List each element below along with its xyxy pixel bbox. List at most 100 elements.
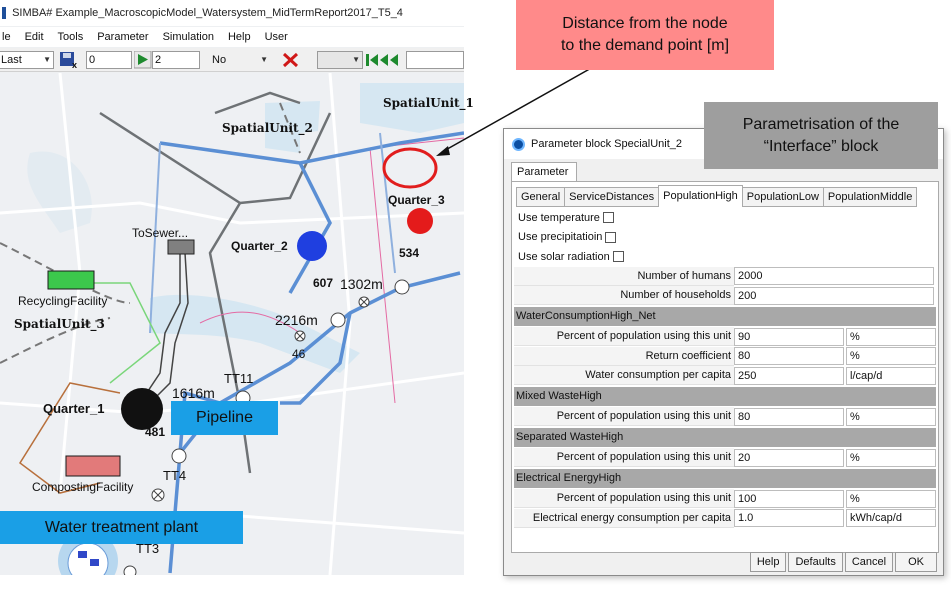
quarter-1-node[interactable] [121,388,163,430]
to-sewer-label: ToSewer... [132,226,188,240]
water-pop-unit: % [846,327,936,346]
menu-user[interactable]: User [265,31,288,43]
electrical-pop-row: Percent of population using this unit 10… [514,489,936,509]
quarter-3-node[interactable] [407,208,433,234]
section-separated-waste[interactable]: Separated WasteHigh [514,427,936,447]
defaults-button[interactable]: Defaults [788,552,843,572]
parameter-dialog: Parameter block SpecialUnit_2 Parameter … [503,128,944,576]
electrical-consumption-label: Electrical energy consumption per capita [514,508,734,528]
play-icon[interactable] [134,51,152,69]
households-row: Number of households 200 [514,286,936,306]
mixed-pop-label: Percent of population using this unit [514,407,734,427]
mode-dropdown[interactable]: Last ▼ [0,51,54,69]
menu-parameter[interactable]: Parameter [97,31,148,43]
water-consumption-unit: l/cap/d [846,366,936,385]
chevron-down-icon: ▼ [352,55,360,64]
stop-time-input[interactable]: 2 [152,51,200,69]
recycling-facility-block[interactable] [47,270,95,290]
use-solar-row: Use solar radiation [514,247,936,267]
water-pop-row: Percent of population using this unit 90… [514,327,936,347]
quarter-2-node[interactable] [297,231,327,261]
recycling-facility-label: RecyclingFacility [18,294,107,308]
distance-label-1616: 1616m [172,385,215,401]
section-water-consumption[interactable]: WaterConsumptionHigh_Net [514,306,936,326]
use-precipitation-checkbox[interactable] [605,231,617,243]
window-title: SIMBA# Example_MacroscopicModel_Watersys… [12,7,403,19]
quarter-2-label: Quarter_2 [231,239,288,253]
separated-pop-row: Percent of population using this unit 20… [514,448,936,468]
households-field[interactable]: 200 [734,286,934,305]
electrical-pop-label: Percent of population using this unit [514,489,734,509]
water-consumption-field[interactable]: 250 [734,366,844,385]
section-electrical-energy[interactable]: Electrical EnergyHigh [514,468,936,488]
tab-parameter[interactable]: Parameter [511,162,577,182]
composting-facility-block[interactable] [65,455,121,477]
option-dropdown-value: No [212,54,227,66]
electrical-pop-unit: % [846,489,936,508]
water-consumption-row: Water consumption per capita 250 l/cap/d [514,366,936,386]
dialog-buttons: Help Defaults Cancel OK [748,552,937,572]
menu-help[interactable]: Help [228,31,251,43]
mixed-pop-unit: % [846,407,936,426]
rewind-icon[interactable] [365,52,407,68]
distance-annotation-line2: to the demand point [m] [560,37,730,54]
return-coefficient-field[interactable]: 80 [734,347,844,366]
electrical-consumption-field[interactable]: 1.0 [734,509,844,528]
spatial-unit-3-label: SpatialUnit_3 [14,317,105,331]
tab-general[interactable]: General [516,187,566,207]
help-button[interactable]: Help [749,552,787,572]
simba-icon [512,137,525,151]
water-consumption-label: Water consumption per capita [514,366,734,386]
node-label-534: 534 [399,246,419,260]
option-dropdown[interactable]: No ▼ [209,51,271,69]
humans-field[interactable]: 2000 [734,267,934,286]
quarter-1-label: Quarter_1 [43,401,104,416]
separated-pop-label: Percent of population using this unit [514,448,734,468]
spatial-unit-2-label: SpatialUnit_2 [222,121,313,135]
menu-simulation[interactable]: Simulation [163,31,214,43]
tab-population-high[interactable]: PopulationHigh [658,185,743,207]
use-temperature-label: Use temperature [518,211,600,224]
tt4-label: TT4 [163,468,186,483]
return-coefficient-row: Return coefficient 80 % [514,346,936,367]
menu-edit[interactable]: Edit [25,31,44,43]
households-label: Number of households [514,286,734,306]
tt11-label: TT11 [224,371,253,386]
save-icon[interactable]: x [59,51,79,69]
ok-button[interactable]: OK [895,552,937,572]
start-time-input[interactable]: 0 [86,51,132,69]
treatment-unit-icon [78,551,87,558]
separated-pop-field[interactable]: 20 [734,448,844,467]
treatment-unit-icon [90,559,99,566]
chevron-down-icon: ▼ [260,55,268,64]
mixed-pop-row: Percent of population using this unit 80… [514,407,936,427]
separated-pop-unit: % [846,448,936,467]
node-label-46: 46 [292,347,306,361]
electrical-pop-field[interactable]: 100 [734,489,844,508]
node-label-607: 607 [313,276,333,290]
pipeline-annotation: Pipeline [171,401,278,435]
humans-row: Number of humans 2000 [514,266,936,287]
parametrisation-annotation: Parametrisation of the “Interface” block [704,102,938,169]
distance-label-1302: 1302m [340,276,383,292]
parametrisation-annotation-line2: “Interface” block [763,137,879,155]
mixed-pop-field[interactable]: 80 [734,407,844,426]
cancel-button[interactable]: Cancel [844,552,894,572]
to-sewer-block[interactable] [167,239,195,255]
return-coefficient-label: Return coefficient [514,346,734,366]
distance-label-2216: 2216m [275,312,318,328]
menu-file[interactable]: le [2,31,11,43]
parameter-tabs: General ServiceDistances PopulationHigh … [516,185,918,207]
water-pop-field[interactable]: 90 [734,327,844,346]
section-mixed-waste[interactable]: Mixed WasteHigh [514,386,936,406]
menu-tools[interactable]: Tools [58,31,84,43]
tab-population-low[interactable]: PopulationLow [741,187,824,207]
close-icon[interactable] [281,51,301,69]
property-grid: Use temperature Use precipitatioin Use s… [514,208,936,528]
tab-population-middle[interactable]: PopulationMiddle [822,187,918,207]
speed-dropdown[interactable]: ▼ [317,51,363,69]
use-temperature-checkbox[interactable] [602,212,614,224]
tab-service-distances[interactable]: ServiceDistances [564,187,660,207]
toolbar: Last ▼ x 0 2 No ▼ ▼ [0,48,464,72]
use-solar-checkbox[interactable] [612,251,624,263]
